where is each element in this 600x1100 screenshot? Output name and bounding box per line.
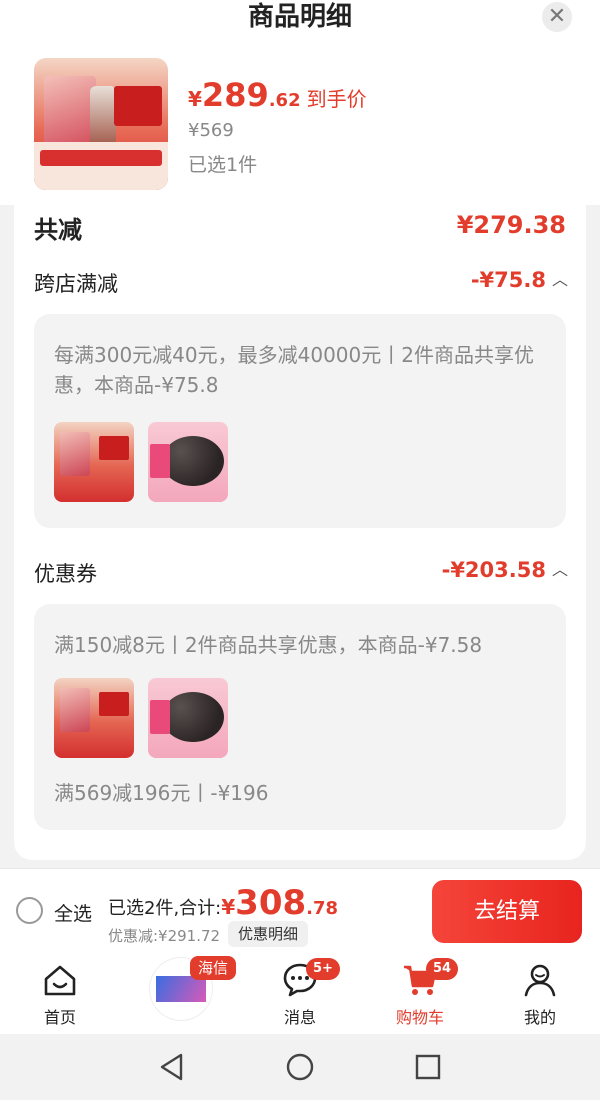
chevron-up-icon: ︿ xyxy=(551,560,568,579)
home-icon xyxy=(44,965,76,996)
product-thumbnail-1[interactable] xyxy=(54,678,134,758)
close-icon: ✕ xyxy=(547,4,567,29)
chevron-up-icon: ︿ xyxy=(551,270,568,289)
coupon-rule-text-2: 满569减196元丨-¥196 xyxy=(54,781,269,805)
recents-icon[interactable] xyxy=(413,1052,443,1082)
section-coupon-value[interactable]: -¥203.58 ︿ xyxy=(442,558,568,582)
messages-badge: 5+ xyxy=(306,958,340,980)
total-discount-value: ¥279.38 xyxy=(456,211,566,239)
checkout-button[interactable]: 去结算 xyxy=(432,880,582,943)
checkout-bar: 全选 已选2件,合计:¥308.78 优惠减:¥291.72 优惠明细 去结算 xyxy=(0,868,600,952)
bottom-tabbar: 首页 5+ 消息 54 购物车 我的 xyxy=(0,952,600,1034)
sheet-header: 商品明细 ✕ ¥289.62 到手价 ¥569 已选1件 xyxy=(0,0,600,205)
select-all-label[interactable]: 全选 xyxy=(54,899,92,926)
tab-home-label: 首页 xyxy=(43,1008,76,1027)
discount-detail-button[interactable]: 优惠明细 xyxy=(228,921,309,947)
tab-cart-label: 购物车 xyxy=(395,1008,444,1027)
tab-messages[interactable]: 5+ 消息 xyxy=(240,952,360,1034)
selected-count: 已选1件 xyxy=(188,154,258,176)
total-discount-label: 共减 xyxy=(34,216,82,244)
cross-store-rule-panel: 每满300元减40元，最多减40000元丨2件商品共享优惠，本商品-¥75.8 xyxy=(34,314,566,528)
coupon-rule-text-1: 满150减8元丨2件商品共享优惠，本商品-¥7.58 xyxy=(54,633,483,657)
section-cross-store-label: 跨店满减 xyxy=(34,272,118,296)
close-button[interactable]: ✕ xyxy=(542,2,572,32)
profile-icon xyxy=(524,964,556,997)
final-price: ¥289.62 到手价 xyxy=(188,76,367,114)
section-coupon-label: 优惠券 xyxy=(34,562,97,586)
promo-ad-tag: 海信 xyxy=(190,956,237,980)
section-cross-store-value[interactable]: -¥75.8 ︿ xyxy=(471,268,568,292)
cart-total: 已选2件,合计:¥308.78 xyxy=(108,883,339,923)
home-nav-icon[interactable] xyxy=(285,1052,315,1082)
product-detail-sheet: 商品明细 ✕ ¥289.62 到手价 ¥569 已选1件 共减 ¥279.38 跨… xyxy=(0,0,600,868)
tab-profile[interactable]: 我的 xyxy=(480,952,600,1034)
product-thumbnail-1[interactable] xyxy=(54,422,134,502)
coupon-rule-panel: 满150减8元丨2件商品共享优惠，本商品-¥7.58 满569减196元丨-¥1… xyxy=(34,604,566,830)
system-navigation-bar xyxy=(0,1034,600,1100)
back-icon[interactable] xyxy=(157,1052,187,1082)
tab-messages-label: 消息 xyxy=(283,1008,316,1027)
discount-card: 共减 ¥279.38 跨店满减 -¥75.8 ︿ 每满300元减40元，最多减40… xyxy=(14,200,586,860)
tab-cart[interactable]: 54 购物车 xyxy=(360,952,480,1034)
tab-profile-label: 我的 xyxy=(523,1008,556,1027)
discount-amount: 优惠减:¥291.72 xyxy=(108,927,221,945)
sheet-title: 商品明细 xyxy=(247,2,352,32)
original-price: ¥569 xyxy=(188,120,234,141)
product-thumbnail-2[interactable] xyxy=(148,422,228,502)
product-thumbnail[interactable] xyxy=(34,58,168,190)
cross-store-rule-text: 每满300元减40元，最多减40000元丨2件商品共享优惠，本商品-¥75.8 xyxy=(54,343,534,397)
cart-badge: 54 xyxy=(426,958,459,980)
product-thumbnail-2[interactable] xyxy=(148,678,228,758)
select-all-checkbox[interactable] xyxy=(16,897,43,924)
tab-home[interactable]: 首页 xyxy=(0,952,120,1034)
